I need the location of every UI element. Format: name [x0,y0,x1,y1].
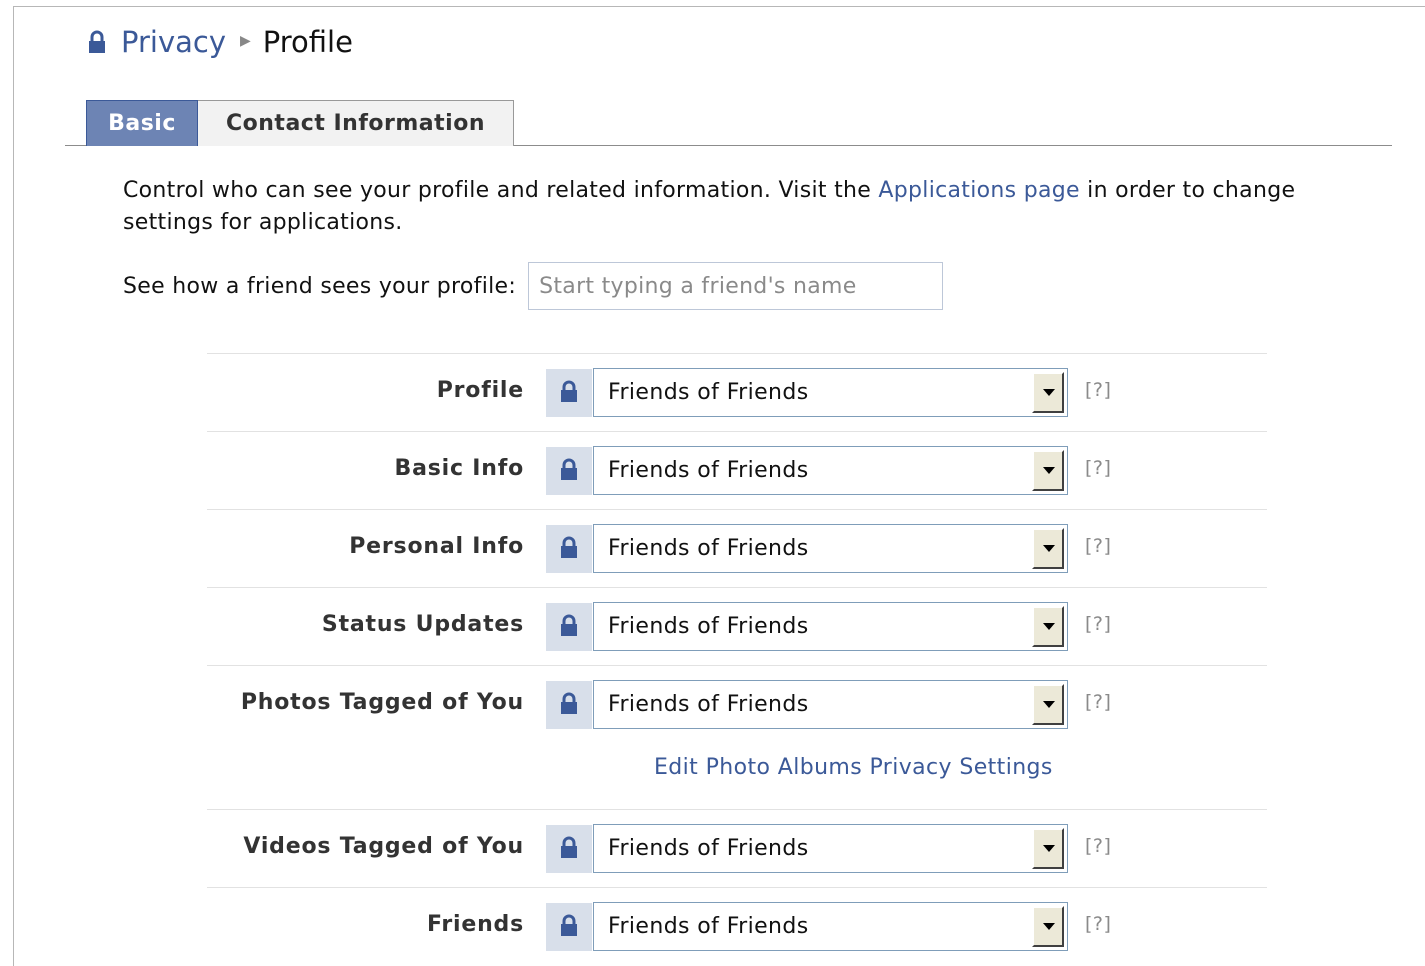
help-link[interactable]: [?] [1085,613,1111,635]
help-link[interactable]: [?] [1085,691,1111,713]
privacy-lock-box [546,825,592,873]
select-value: Friends of Friends [608,380,809,405]
privacy-setting-row: Friends Friends of Friends [?] [207,887,1267,965]
privacy-setting-row: Photos Tagged of You Friends of Friends [?… [207,665,1267,809]
help-link[interactable]: [?] [1085,835,1111,857]
setting-label: Photos Tagged of You [240,690,524,715]
friend-name-input[interactable] [528,262,944,310]
privacy-select[interactable]: Friends of Friends [593,524,1068,573]
page-title: Profile [262,25,353,59]
setting-label: Videos Tagged of You [243,834,524,859]
privacy-setting-row: Status Updates Friends of Friends [?] [207,587,1267,665]
chevron-down-icon[interactable] [1032,372,1064,413]
lock-icon [559,692,579,716]
preview-as-friend: See how a friend sees your profile: [123,262,944,310]
chevron-down-icon[interactable] [1032,450,1064,491]
select-value: Friends of Friends [608,614,809,639]
help-link[interactable]: [?] [1085,913,1111,935]
tab-bar: Basic Contact Information [65,100,1392,146]
description-text-start: Control who can see your profile and rel… [123,178,879,203]
select-value: Friends of Friends [608,692,809,717]
privacy-settings-list: Profile Friends of Friends [?] Basic Info Fr… [207,353,1267,965]
privacy-select[interactable]: Friends of Friends [593,824,1068,873]
chevron-down-icon[interactable] [1032,906,1064,947]
privacy-setting-row: Basic Info Friends of Friends [?] [207,431,1267,509]
select-value: Friends of Friends [608,536,809,561]
chevron-down-icon[interactable] [1032,528,1064,569]
privacy-lock-box [546,525,592,573]
privacy-lock-box [546,603,592,651]
select-value: Friends of Friends [608,836,809,861]
breadcrumb-privacy-link[interactable]: Privacy [121,25,226,59]
help-link[interactable]: [?] [1085,379,1111,401]
lock-icon [559,536,579,560]
lock-icon [559,458,579,482]
breadcrumb: Privacy ▶ Profile [87,24,353,60]
preview-label: See how a friend sees your profile: [123,273,517,299]
setting-label: Profile [436,378,524,403]
setting-label: Personal Info [349,534,524,559]
privacy-select[interactable]: Friends of Friends [593,902,1068,951]
breadcrumb-separator: ▶ [240,33,251,49]
privacy-lock-box [546,681,592,729]
page-description: Control who can see your profile and rel… [123,175,1323,239]
setting-label: Basic Info [394,456,524,481]
lock-icon [559,380,579,404]
privacy-select[interactable]: Friends of Friends [593,446,1068,495]
chevron-down-icon[interactable] [1032,606,1064,647]
privacy-lock-box [546,903,592,951]
select-value: Friends of Friends [608,458,809,483]
privacy-lock-box [546,447,592,495]
select-value: Friends of Friends [608,914,809,939]
tab-contact-information[interactable]: Contact Information [198,100,514,146]
privacy-lock-box [546,369,592,417]
privacy-setting-row: Personal Info Friends of Friends [?] [207,509,1267,587]
privacy-select[interactable]: Friends of Friends [593,368,1068,417]
chevron-down-icon[interactable] [1032,684,1064,725]
lock-icon [559,614,579,638]
edit-photo-albums-privacy-link[interactable]: Edit Photo Albums Privacy Settings [654,755,1053,780]
help-link[interactable]: [?] [1085,457,1111,479]
privacy-setting-row: Videos Tagged of You Friends of Friends [?… [207,809,1267,887]
help-link[interactable]: [?] [1085,535,1111,557]
privacy-select[interactable]: Friends of Friends [593,602,1068,651]
lock-icon [87,29,107,55]
chevron-down-icon[interactable] [1032,828,1064,869]
lock-icon [559,914,579,938]
privacy-setting-row: Profile Friends of Friends [?] [207,353,1267,431]
setting-label: Friends [426,912,524,937]
tab-basic[interactable]: Basic [86,100,198,146]
setting-label: Status Updates [321,612,524,637]
lock-icon [559,836,579,860]
applications-page-link[interactable]: Applications page [878,178,1079,203]
privacy-select[interactable]: Friends of Friends [593,680,1068,729]
